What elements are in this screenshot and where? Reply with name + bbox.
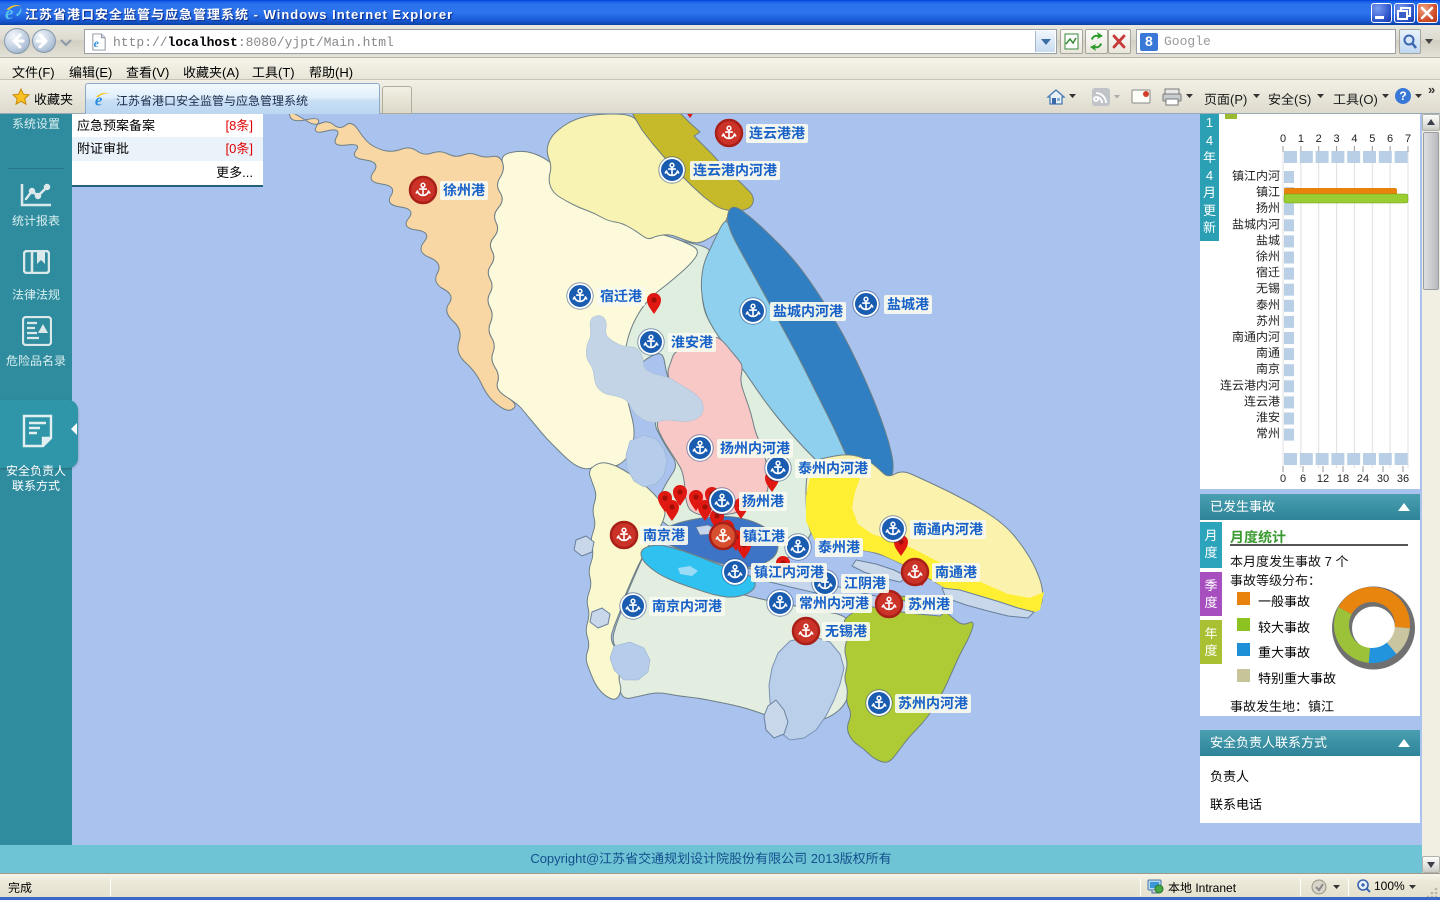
svg-text:常州: 常州 xyxy=(1256,427,1280,441)
svg-text:镇江内河: 镇江内河 xyxy=(1232,169,1280,183)
svg-text:2: 2 xyxy=(1316,133,1322,145)
svg-text:扬州: 扬州 xyxy=(1256,201,1280,215)
svg-text:e: e xyxy=(94,38,99,50)
svg-text:5: 5 xyxy=(1369,133,1375,145)
svg-text:0: 0 xyxy=(1280,473,1286,485)
svg-text:无锡: 无锡 xyxy=(1256,282,1280,296)
svg-text:6: 6 xyxy=(1387,133,1393,145)
svg-text:南京: 南京 xyxy=(1256,362,1280,376)
svg-text:南通: 南通 xyxy=(1256,346,1280,360)
svg-text:泰州: 泰州 xyxy=(1256,298,1280,312)
svg-text:12: 12 xyxy=(1317,473,1329,485)
svg-text:盐城内河: 盐城内河 xyxy=(1232,217,1280,231)
svg-text:?: ? xyxy=(1399,89,1406,103)
svg-text:6: 6 xyxy=(1300,473,1306,485)
svg-text:3: 3 xyxy=(1334,133,1340,145)
svg-text:0: 0 xyxy=(1280,133,1286,145)
svg-text:连云港内河: 连云港内河 xyxy=(1220,378,1280,392)
svg-text:1: 1 xyxy=(1298,133,1304,145)
svg-text:36: 36 xyxy=(1397,473,1409,485)
svg-text:连云港: 连云港 xyxy=(1244,394,1280,408)
svg-text:18: 18 xyxy=(1337,473,1349,485)
svg-text:30: 30 xyxy=(1377,473,1389,485)
svg-text:苏州: 苏州 xyxy=(1256,314,1280,328)
svg-text:淮安: 淮安 xyxy=(1256,411,1280,425)
svg-text:盐城: 盐城 xyxy=(1256,233,1280,247)
svg-text:7: 7 xyxy=(1405,133,1411,145)
svg-text:徐州: 徐州 xyxy=(1256,250,1280,264)
svg-text:宿迁: 宿迁 xyxy=(1256,266,1280,280)
svg-text:南通内河: 南通内河 xyxy=(1232,330,1280,344)
svg-text:4: 4 xyxy=(1351,133,1357,145)
svg-text:24: 24 xyxy=(1357,473,1369,485)
svg-text:镇江: 镇江 xyxy=(1256,185,1280,199)
